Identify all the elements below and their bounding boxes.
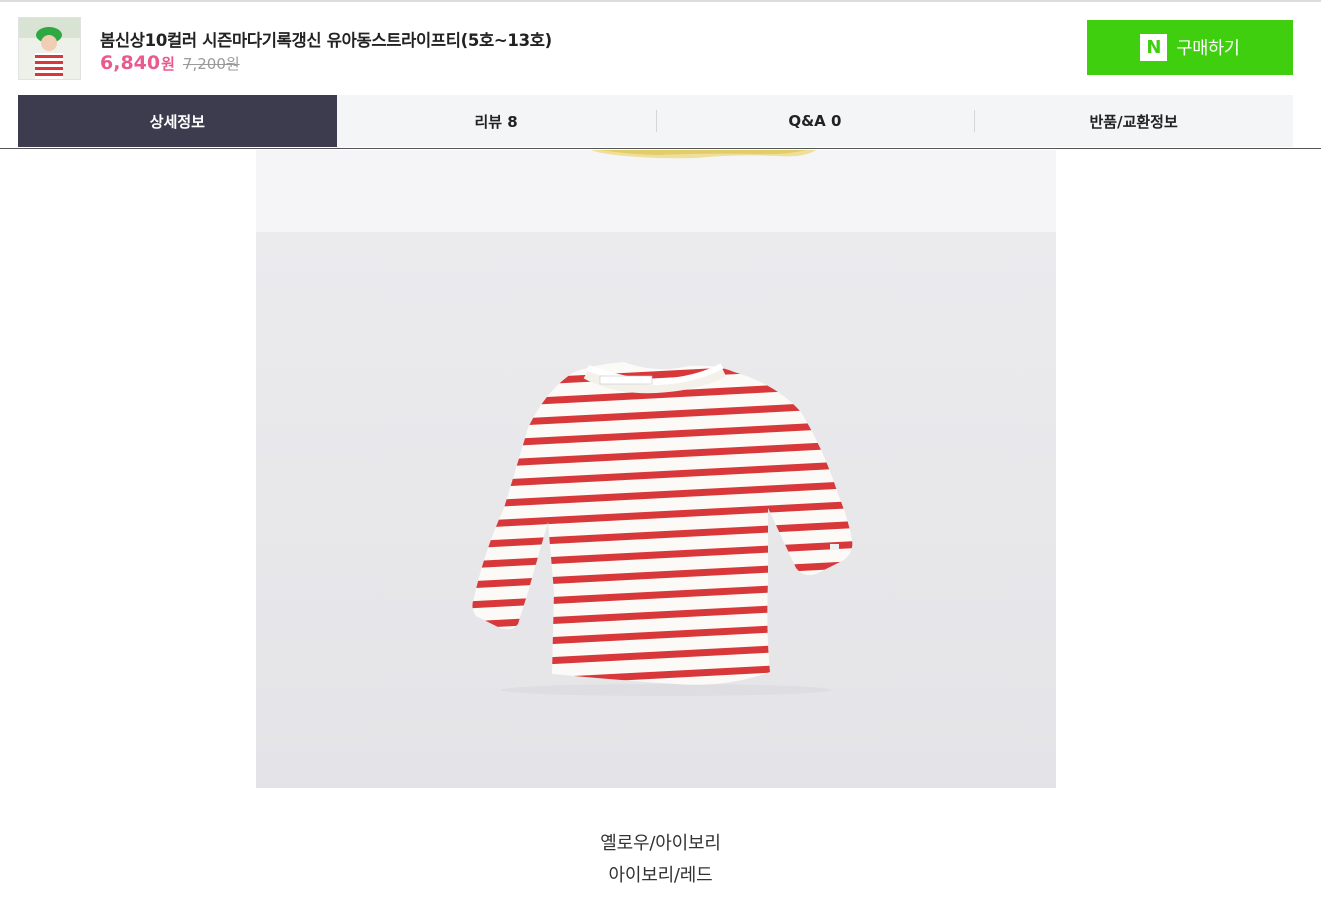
tab-return-exchange[interactable]: 반품/교환정보 [974, 95, 1293, 147]
tab-label: 반품/교환정보 [1089, 112, 1178, 131]
price-row: 6,840원 7,200원 [100, 52, 240, 74]
original-price: 7,200원 [182, 55, 240, 73]
product-detail-image-previous [256, 150, 1056, 232]
detail-tabs: 상세정보 리뷰 8 Q&A 0 반품/교환정보 [18, 95, 1293, 147]
tab-detail-info[interactable]: 상세정보 [18, 95, 337, 147]
product-title: 봄신상10컬러 시즌마다기록갱신 유아동스트라이프티(5호~13호) [100, 31, 552, 50]
buy-button-label: 구매하기 [1176, 39, 1240, 59]
tab-label: 상세정보 [149, 112, 205, 131]
color-option-ivory-red: 아이보리/레드 [608, 865, 713, 886]
product-detail-image-striped-tee [256, 232, 1056, 788]
sticky-product-header: 봄신상10컬러 시즌마다기록갱신 유아동스트라이프티(5호~13호) 6,840… [0, 2, 1321, 149]
color-option-yellow-ivory: 옐로우/아이보리 [600, 833, 721, 854]
sale-price-unit: 원 [161, 55, 175, 73]
tab-label: 리뷰 8 [474, 112, 518, 131]
tab-reviews[interactable]: 리뷰 8 [337, 95, 656, 147]
tab-qna[interactable]: Q&A 0 [655, 95, 975, 147]
naver-pay-logo-icon: N [1140, 34, 1168, 61]
product-thumbnail[interactable] [18, 17, 81, 80]
tab-label: Q&A 0 [788, 112, 842, 130]
naver-pay-buy-button[interactable]: N 구매하기 [1087, 20, 1293, 75]
sale-price: 6,840 [100, 52, 161, 74]
